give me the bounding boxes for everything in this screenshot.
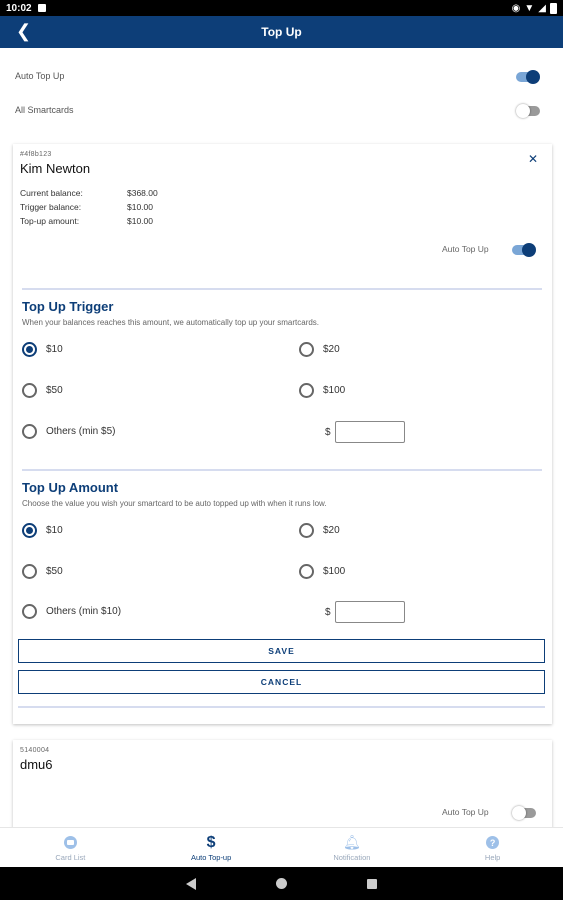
dollar-icon: $ (206, 833, 216, 851)
bottom-nav: Card List $ Auto Top-up 🔔︎ Notification … (0, 827, 563, 867)
radio-icon (299, 383, 314, 398)
trigger-option-20[interactable]: $20 (299, 342, 340, 357)
amount-option-50[interactable]: $50 (22, 564, 63, 579)
card-auto-top-up-toggle[interactable] (512, 243, 536, 257)
card-auto-top-up-label: Auto Top Up (442, 807, 489, 817)
radio-icon (299, 342, 314, 357)
radio-icon (22, 523, 37, 538)
arrow-left-icon[interactable]: ❮ (16, 20, 31, 42)
notification-icon (37, 4, 46, 12)
smartcard-card: 5140004 dmu6 Auto Top Up (13, 740, 552, 828)
section-divider (22, 469, 542, 471)
nav-auto-top-up[interactable]: $ Auto Top-up (141, 828, 282, 867)
wifi-icon: ▼ (524, 2, 535, 14)
top-up-amount-label: Top-up amount: (20, 216, 80, 226)
current-balance-label: Current balance: (20, 188, 83, 198)
nav-notification-label: Notification (333, 852, 371, 862)
page-title: Top Up (261, 25, 302, 39)
card-name: Kim Newton (20, 161, 91, 176)
content-area: Auto Top Up All Smartcards #4f8b123 Kim … (0, 48, 563, 828)
trigger-balance-value: $10.00 (127, 202, 153, 212)
nav-help[interactable]: ? Help (422, 828, 563, 867)
recents-icon[interactable] (367, 878, 377, 889)
battery-icon (550, 2, 557, 14)
trigger-option-100[interactable]: $100 (299, 383, 345, 398)
trigger-other-input[interactable] (335, 421, 405, 443)
home-icon[interactable] (276, 878, 287, 889)
card-id: 5140004 (20, 747, 50, 754)
section-divider (18, 706, 545, 708)
trigger-option-other[interactable]: Others (min $5) (22, 424, 115, 439)
back-icon[interactable] (186, 877, 196, 890)
trigger-currency: $ (325, 427, 331, 438)
location-icon: ◉ (511, 2, 521, 14)
trigger-option-10[interactable]: $10 (22, 342, 63, 357)
save-button[interactable]: SAVE (18, 639, 545, 663)
smartcard-card: #4f8b123 Kim Newton ✕ Current balance: $… (13, 144, 552, 724)
trigger-desc: When your balances reaches this amount, … (22, 318, 320, 327)
radio-icon (299, 523, 314, 538)
section-divider (22, 288, 542, 290)
bell-icon: 🔔︎ (342, 834, 361, 850)
trigger-option-50[interactable]: $50 (22, 383, 63, 398)
amount-desc: Choose the value you wish your smartcard… (22, 499, 327, 508)
auto-top-up-label: Auto Top Up (15, 71, 65, 81)
nav-card-list[interactable]: Card List (0, 828, 141, 867)
status-icons: ◉ ▼ ◢ (511, 2, 557, 14)
current-balance-row: Current balance: $368.00 (20, 188, 158, 198)
amount-title: Top Up Amount (22, 480, 119, 495)
nav-auto-top-up-label: Auto Top-up (190, 852, 232, 862)
trigger-title: Top Up Trigger (22, 299, 114, 314)
amount-option-100[interactable]: $100 (299, 564, 345, 579)
card-id: #4f8b123 (20, 151, 52, 158)
app-bar: ❮ Top Up (0, 16, 563, 48)
nav-card-list-label: Card List (55, 852, 86, 862)
radio-icon (22, 604, 37, 619)
card-auto-top-up-label: Auto Top Up (442, 244, 489, 254)
radio-icon (299, 564, 314, 579)
amount-option-10[interactable]: $10 (22, 523, 63, 538)
amount-option-20[interactable]: $20 (299, 523, 340, 538)
amount-currency: $ (325, 607, 331, 618)
radio-icon (22, 383, 37, 398)
status-time: 10:02 (6, 2, 32, 14)
card-auto-top-up-toggle[interactable] (512, 806, 536, 820)
cancel-button[interactable]: CANCEL (18, 670, 545, 694)
amount-option-other[interactable]: Others (min $10) (22, 604, 121, 619)
close-icon[interactable]: ✕ (528, 152, 538, 166)
card-list-icon (63, 834, 77, 852)
trigger-balance-row: Trigger balance: $10.00 (20, 202, 153, 212)
radio-icon (22, 424, 37, 439)
nav-notification[interactable]: 🔔︎ Notification (282, 828, 423, 867)
card-name: dmu6 (20, 757, 53, 772)
amount-other-input[interactable] (335, 601, 405, 623)
nav-help-label: Help (484, 852, 501, 862)
all-smartcards-toggle[interactable] (516, 104, 540, 118)
auto-top-up-toggle[interactable] (516, 70, 540, 84)
top-up-amount-row: Top-up amount: $10.00 (20, 216, 153, 226)
trigger-balance-label: Trigger balance: (20, 202, 82, 212)
signal-icon: ◢ (538, 2, 546, 14)
status-bar: 10:02 ◉ ▼ ◢ (0, 0, 563, 16)
help-icon: ? (486, 834, 500, 852)
radio-icon (22, 342, 37, 357)
system-nav-bar (0, 867, 563, 900)
top-up-amount-value: $10.00 (127, 216, 153, 226)
radio-icon (22, 564, 37, 579)
all-smartcards-label: All Smartcards (15, 105, 74, 115)
current-balance-value: $368.00 (127, 188, 158, 198)
